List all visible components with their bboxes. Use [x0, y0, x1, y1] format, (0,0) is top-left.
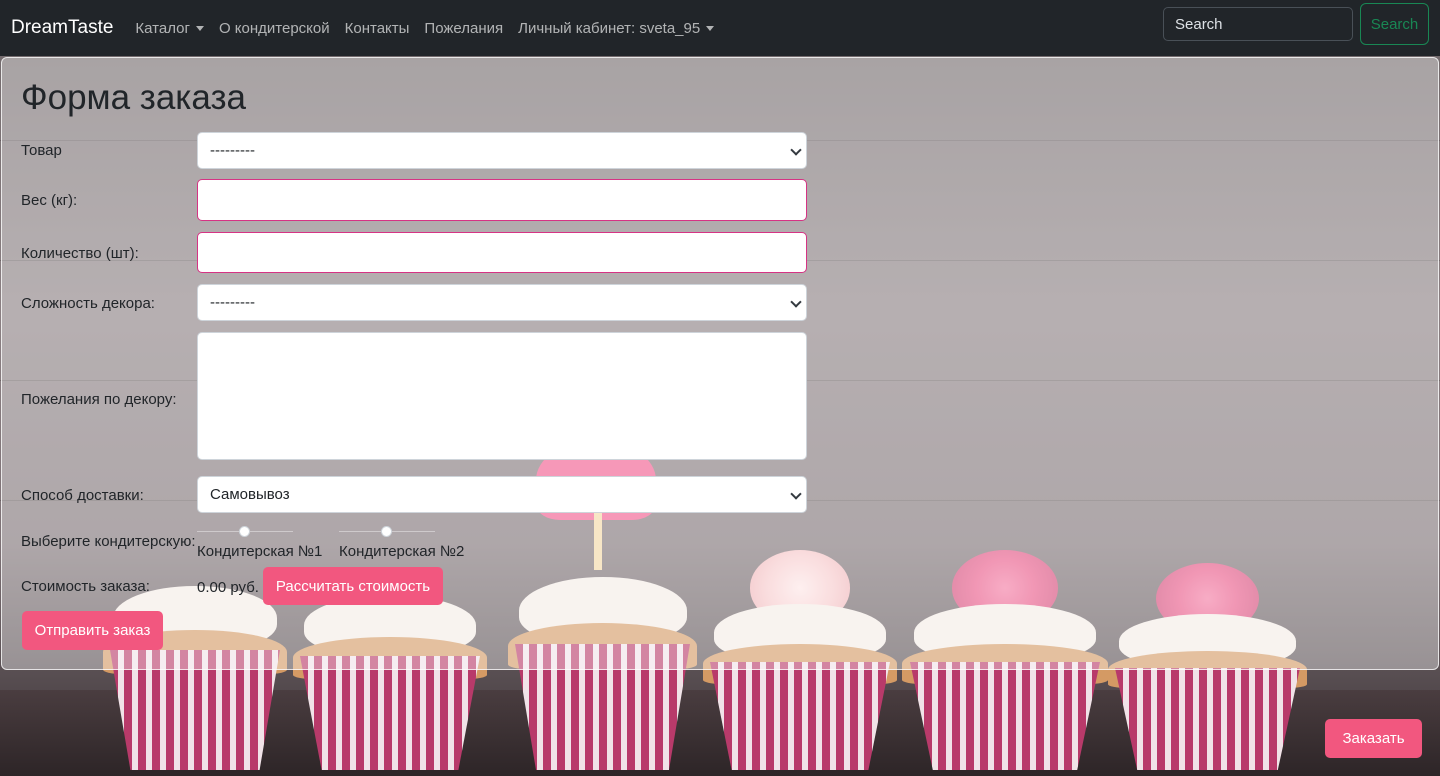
search-button[interactable]: Search — [1360, 3, 1429, 45]
nav-account[interactable]: Личный кабинет: sveta_95 — [518, 20, 715, 37]
submit-order-button[interactable]: Отправить заказ — [22, 611, 163, 650]
radio-button[interactable] — [239, 526, 250, 537]
product-select-value: --------- — [210, 142, 255, 159]
bakery-option-2[interactable]: Кондитерская №2 — [339, 526, 481, 560]
brand-logo[interactable]: DreamTaste — [11, 17, 113, 39]
radio-button[interactable] — [381, 526, 392, 537]
order-form-panel: Форма заказа Товар --------- Вес (кг): К… — [1, 57, 1439, 670]
weight-label: Вес (кг): — [21, 192, 78, 209]
decor-complexity-value: --------- — [210, 294, 255, 311]
chevron-down-icon — [706, 25, 715, 31]
nav-about[interactable]: О кондитерской — [219, 20, 330, 37]
quantity-input[interactable] — [197, 232, 807, 273]
search-form: Search — [1163, 3, 1429, 45]
bakery-option-label: Кондитерская №1 — [197, 543, 323, 560]
order-button[interactable]: Заказать — [1325, 719, 1422, 758]
bakery-radio-group: Кондитерская №1 Кондитерская №2 — [197, 526, 481, 560]
product-select[interactable]: --------- — [197, 132, 807, 169]
delivery-select-value: Самовывоз — [210, 486, 290, 503]
calculate-cost-button[interactable]: Рассчитать стоимость — [263, 567, 443, 605]
cost-value: 0.00 руб. — [197, 579, 259, 596]
bakery-option-label: Кондитерская №2 — [339, 543, 465, 560]
chevron-down-icon — [790, 488, 802, 500]
quantity-label: Количество (шт): — [21, 245, 139, 262]
search-input[interactable] — [1163, 7, 1353, 41]
chevron-down-icon — [790, 296, 802, 308]
bakery-option-1[interactable]: Кондитерская №1 — [197, 526, 339, 560]
product-label: Товар — [21, 142, 62, 159]
cost-label: Стоимость заказа: — [21, 578, 150, 595]
nav-contacts[interactable]: Контакты — [345, 20, 410, 37]
decor-wishes-textarea[interactable] — [197, 332, 807, 460]
bakery-label: Выберите кондитерскую: — [21, 533, 196, 550]
chevron-down-icon — [790, 144, 802, 156]
decor-complexity-select[interactable]: --------- — [197, 284, 807, 321]
nav-catalog[interactable]: Каталог — [135, 20, 204, 37]
page-title: Форма заказа — [21, 78, 246, 117]
delivery-select[interactable]: Самовывоз — [197, 476, 807, 513]
decor-wishes-label: Пожелания по декору: — [21, 391, 177, 408]
delivery-label: Способ доставки: — [21, 487, 144, 504]
chevron-down-icon — [195, 25, 204, 31]
decor-complexity-label: Сложность декора: — [21, 295, 155, 312]
nav-wishes[interactable]: Пожелания — [424, 20, 503, 37]
weight-input[interactable] — [197, 179, 807, 221]
navbar: DreamTaste Каталог О кондитерской Контак… — [0, 0, 1440, 56]
